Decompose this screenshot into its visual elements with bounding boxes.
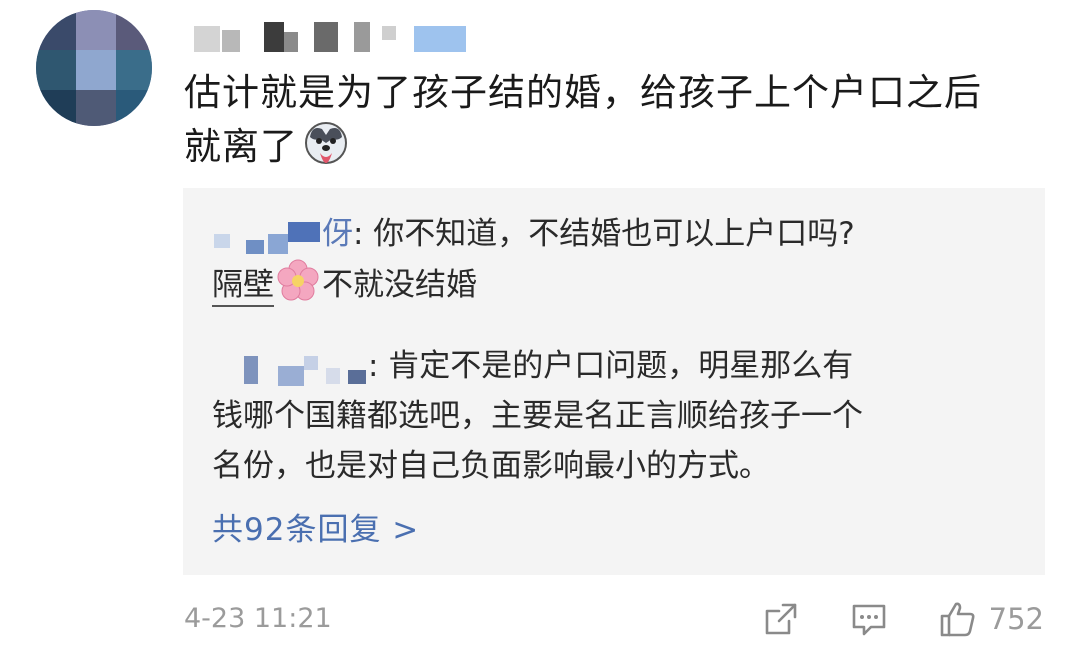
mention-link[interactable]: 隔壁 <box>212 267 274 307</box>
replies-container: 伢: 你不知道，不结婚也可以上户口吗? 隔壁 不就没结婚 : 肯定不是的户口问题… <box>183 188 1045 575</box>
reply-author-obscured[interactable] <box>212 348 368 388</box>
comment-line-2: 就离了 <box>184 120 1044 174</box>
husky-emoji-icon <box>305 122 347 164</box>
username-obscured[interactable] <box>186 18 476 54</box>
reply-text-line-1: : 肯定不是的户口问题，明星那么有 <box>368 348 854 384</box>
comment-line-2-text: 就离了 <box>184 125 298 168</box>
reply-text: : 你不知道，不结婚也可以上户口吗? <box>353 216 855 252</box>
comment-text: 估计就是为了孩子结的婚，给孩子上个户口之后 就离了 <box>184 66 1044 174</box>
comment-actions: 752 <box>761 594 1044 644</box>
reply-item[interactable]: : 肯定不是的户口问题，明星那么有 钱哪个国籍都选吧，主要是名正言顺给孩子一个 … <box>212 341 1002 491</box>
comment-line-1: 估计就是为了孩子结的婚，给孩子上个户口之后 <box>184 71 982 114</box>
reply-author-suffix[interactable]: 伢 <box>322 216 353 252</box>
reply-item[interactable]: 伢: 你不知道，不结婚也可以上户口吗? 隔壁 不就没结婚 <box>212 209 1002 310</box>
reply-text-line-3: 名份，也是对自己负面影响最小的方式。 <box>212 448 770 484</box>
view-more-replies-link[interactable]: 共92条回复 > <box>212 504 419 549</box>
like-count: 752 <box>988 602 1044 636</box>
sakura-emoji-icon <box>277 259 319 301</box>
comment-timestamp: 4-23 11:21 <box>184 603 332 634</box>
comment-icon[interactable] <box>849 599 889 639</box>
avatar[interactable] <box>36 10 152 126</box>
share-icon[interactable] <box>761 599 801 639</box>
reply-author-obscured[interactable] <box>212 216 322 256</box>
like-thumbs-up-icon[interactable] <box>937 599 977 639</box>
reply-text-continued: 不就没结婚 <box>322 267 477 303</box>
reply-text-line-2: 钱哪个国籍都选吧，主要是名正言顺给孩子一个 <box>212 398 863 434</box>
